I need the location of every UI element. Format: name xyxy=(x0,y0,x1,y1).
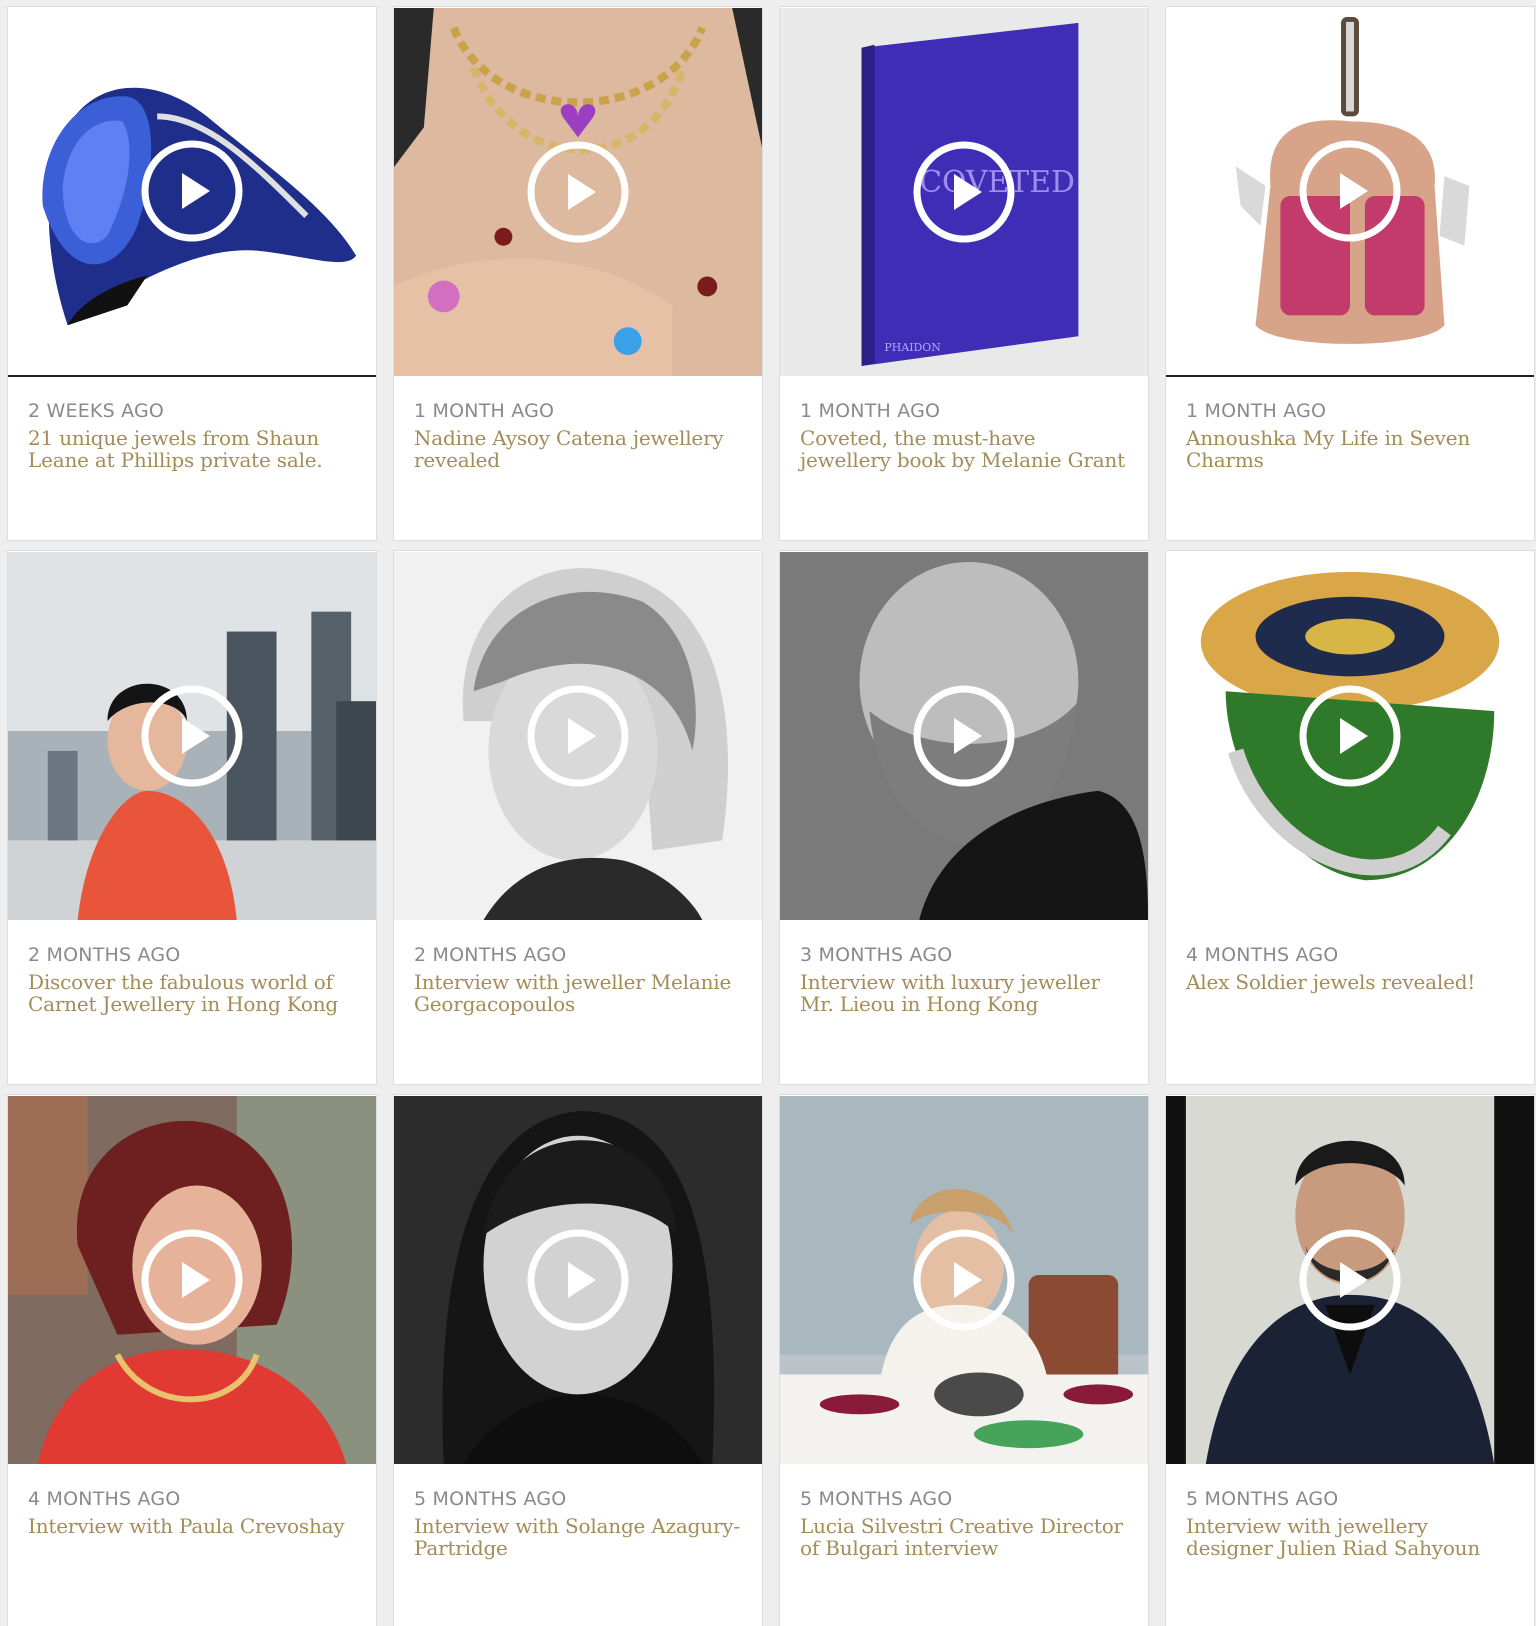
article-thumbnail[interactable] xyxy=(8,7,376,377)
posted-time: 1 MONTH AGO xyxy=(800,400,941,422)
article-card[interactable]: 2 MONTHS AGO Interview with jeweller Mel… xyxy=(393,550,763,1085)
posted-time: 2 MONTHS AGO xyxy=(414,944,567,966)
play-icon[interactable] xyxy=(526,1228,630,1332)
article-thumbnail[interactable] xyxy=(780,551,1148,921)
article-card[interactable]: 3 MONTHS AGO Interview with luxury jewel… xyxy=(779,550,1149,1085)
play-icon[interactable] xyxy=(1298,139,1402,243)
article-card[interactable]: 1 MONTH AGO Nadine Aysoy Catena jeweller… xyxy=(393,6,763,541)
article-thumbnail[interactable] xyxy=(1166,1095,1534,1465)
article-thumbnail[interactable] xyxy=(780,1095,1148,1465)
play-icon[interactable] xyxy=(1298,1228,1402,1332)
article-title-link[interactable]: Lucia Silvestri Creative Director of Bul… xyxy=(800,1515,1128,1559)
article-card[interactable]: 5 MONTHS AGO Interview with Solange Azag… xyxy=(393,1094,763,1626)
play-icon[interactable] xyxy=(912,684,1016,788)
article-thumbnail[interactable] xyxy=(8,1095,376,1465)
article-card[interactable]: 2 MONTHS AGO Discover the fabulous world… xyxy=(7,550,377,1085)
article-thumbnail[interactable] xyxy=(394,1095,762,1465)
posted-time: 2 WEEKS AGO xyxy=(28,400,165,422)
article-title-link[interactable]: 21 unique jewels from Shaun Leane at Phi… xyxy=(28,427,356,471)
article-title-link[interactable]: Coveted, the must-have jewellery book by… xyxy=(800,427,1128,471)
play-icon[interactable] xyxy=(526,140,630,244)
article-title-link[interactable]: Interview with Solange Azagury-Partridge xyxy=(414,1515,742,1559)
posted-time: 5 MONTHS AGO xyxy=(414,1488,567,1510)
article-grid: 2 WEEKS AGO 21 unique jewels from Shaun … xyxy=(0,0,1536,1626)
article-card[interactable]: 5 MONTHS AGO Interview with jewellery de… xyxy=(1165,1094,1535,1626)
article-card[interactable]: 2 WEEKS AGO 21 unique jewels from Shaun … xyxy=(7,6,377,541)
play-icon[interactable] xyxy=(526,684,630,788)
article-card[interactable]: 4 MONTHS AGO Interview with Paula Crevos… xyxy=(7,1094,377,1626)
article-thumbnail[interactable] xyxy=(394,7,762,377)
posted-time: 5 MONTHS AGO xyxy=(1186,1488,1339,1510)
article-title-link[interactable]: Interview with Paula Crevoshay xyxy=(28,1515,356,1537)
article-title-link[interactable]: Alex Soldier jewels revealed! xyxy=(1186,971,1514,993)
posted-time: 2 MONTHS AGO xyxy=(28,944,181,966)
article-thumbnail[interactable] xyxy=(1166,551,1534,921)
article-title-link[interactable]: Interview with jewellery designer Julien… xyxy=(1186,1515,1514,1559)
posted-time: 1 MONTH AGO xyxy=(1186,400,1327,422)
article-title-link[interactable]: Interview with jeweller Melanie Georgaco… xyxy=(414,971,742,1015)
article-card[interactable]: COVETED PHAIDON 1 MONTH AGO Coveted, the… xyxy=(779,6,1149,541)
play-icon[interactable] xyxy=(1298,684,1402,788)
article-title-link[interactable]: Interview with luxury jeweller Mr. Lieou… xyxy=(800,971,1128,1015)
posted-time: 5 MONTHS AGO xyxy=(800,1488,953,1510)
article-thumbnail[interactable] xyxy=(1166,7,1534,377)
play-icon[interactable] xyxy=(140,684,244,788)
article-title-link[interactable]: Nadine Aysoy Catena jewellery revealed xyxy=(414,427,742,471)
article-thumbnail[interactable]: COVETED PHAIDON xyxy=(780,7,1148,377)
article-thumbnail[interactable] xyxy=(394,551,762,921)
posted-time: 1 MONTH AGO xyxy=(414,400,555,422)
article-card[interactable]: 4 MONTHS AGO Alex Soldier jewels reveale… xyxy=(1165,550,1535,1085)
article-card[interactable]: 5 MONTHS AGO Lucia Silvestri Creative Di… xyxy=(779,1094,1149,1626)
article-title-link[interactable]: Annoushka My Life in Seven Charms xyxy=(1186,427,1514,471)
article-card[interactable]: 1 MONTH AGO Annoushka My Life in Seven C… xyxy=(1165,6,1535,541)
posted-time: 4 MONTHS AGO xyxy=(28,1488,181,1510)
book-publisher-text: PHAIDON xyxy=(884,341,941,354)
play-icon[interactable] xyxy=(140,139,244,243)
article-title-link[interactable]: Discover the fabulous world of Carnet Je… xyxy=(28,971,356,1015)
play-icon[interactable] xyxy=(912,1228,1016,1332)
article-thumbnail[interactable] xyxy=(8,551,376,921)
posted-time: 3 MONTHS AGO xyxy=(800,944,953,966)
posted-time: 4 MONTHS AGO xyxy=(1186,944,1339,966)
play-icon[interactable] xyxy=(912,140,1016,244)
play-icon[interactable] xyxy=(140,1228,244,1332)
